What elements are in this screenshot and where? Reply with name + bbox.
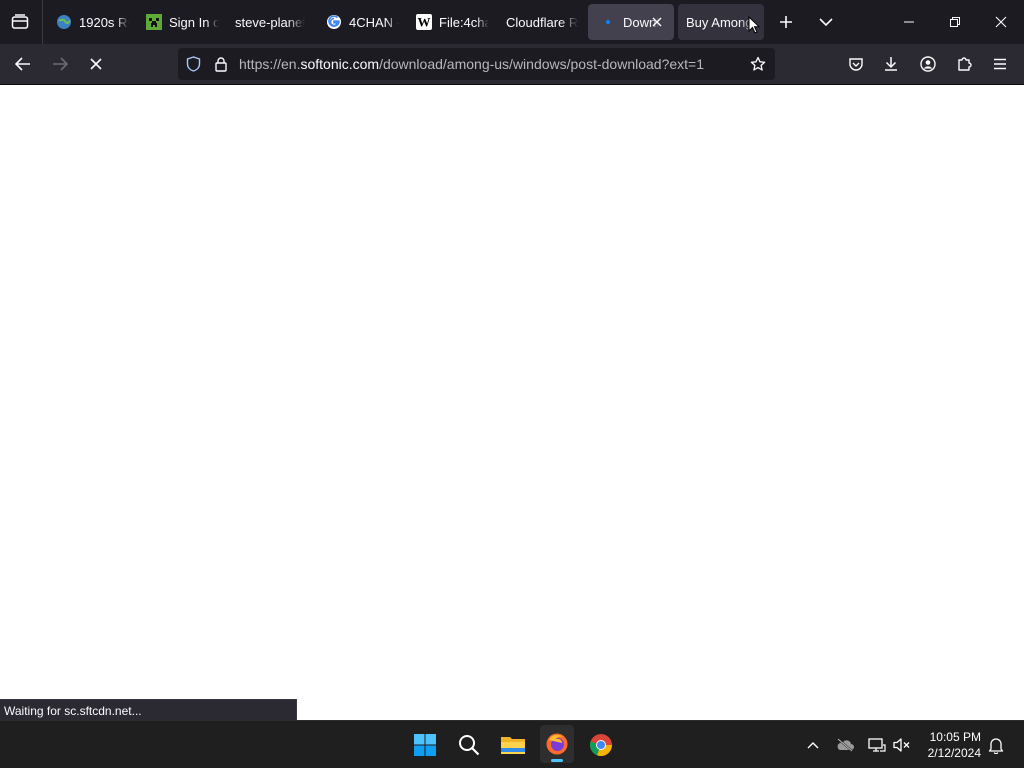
navigation-toolbar: https://en.softonic.com/download/among-u… [0,44,1024,85]
tab-strip: 1920s Ro Sign In o steve-planet 4CHAN - … [0,0,1024,44]
app-menu-button[interactable] [987,52,1013,76]
tab-title: steve-planet [235,14,305,30]
firefox-view-button[interactable] [8,11,32,33]
chrome-icon [590,734,613,757]
system-clock[interactable]: 10:05 PM 2/12/2024 [928,729,981,761]
puzzle-piece-icon [958,57,972,71]
arrow-left-icon [15,57,30,71]
onedrive-button[interactable] [834,735,856,755]
list-all-tabs-button[interactable] [814,11,838,33]
url-path: /download/among-us/windows/post-download… [379,56,705,72]
tab-download-active[interactable]: Downl [588,4,674,40]
pocket-icon [849,57,863,71]
volume-muted-icon [893,738,910,752]
star-icon [750,56,766,71]
arrow-right-icon [53,57,68,71]
tab-cloudflare[interactable]: Cloudflare R [494,4,582,40]
url-text[interactable]: https://en.softonic.com/download/among-u… [239,56,704,72]
close-window-button[interactable] [982,8,1020,36]
globe-icon [56,14,72,30]
search-button[interactable] [452,726,486,764]
restore-button[interactable] [936,8,974,36]
clock-date: 2/12/2024 [927,746,981,760]
minimize-button[interactable] [890,8,928,36]
page-content [0,85,1024,720]
onedrive-icon [837,738,854,752]
stop-x-icon [90,58,102,70]
minimize-icon [904,21,914,23]
firefox-taskbar-button[interactable] [540,725,574,763]
tab-file-4chan[interactable]: W File:4cha [404,4,492,40]
account-icon [920,56,936,72]
download-icon [885,57,897,71]
firefox-icon [546,733,568,755]
chevron-up-icon [807,742,819,749]
network-icon [868,738,886,752]
close-tab-icon[interactable] [648,13,666,31]
url-prefix: https://en. [239,56,301,72]
tab-title: 4CHAN - [349,14,399,30]
tab-title: Sign In o [169,14,219,30]
tab-title: Buy Among [686,14,753,30]
tab-steve-planet[interactable]: steve-planet [224,4,312,40]
new-tab-button[interactable] [774,11,798,33]
bookmark-star-button[interactable] [749,55,767,73]
notification-center-button[interactable] [985,735,1007,755]
svg-text:W: W [418,15,431,30]
mouse-cursor-icon [748,16,760,34]
google-icon [326,14,342,30]
account-button[interactable] [915,52,941,76]
windows-start-icon [414,734,436,756]
clock-time: 10:05 PM [929,730,981,744]
forward-button[interactable] [47,52,73,76]
lock-icon[interactable] [212,55,230,73]
active-app-indicator [551,759,563,762]
stop-loading-button[interactable] [83,52,109,76]
loading-dot-icon [600,14,616,30]
tab-sign-in[interactable]: Sign In o [134,4,222,40]
notification-bell-icon [988,737,1004,754]
back-button[interactable] [10,52,36,76]
extensions-button[interactable] [951,52,977,76]
tab-4chan[interactable]: 4CHAN - [314,4,402,40]
volume-button[interactable] [891,735,913,755]
close-icon [995,16,1007,28]
tab-strip-divider [42,0,43,44]
show-hidden-icons-button[interactable] [803,735,823,755]
plus-icon [780,16,792,28]
url-bar[interactable]: https://en.softonic.com/download/among-u… [178,48,775,80]
chrome-taskbar-button[interactable] [584,726,618,764]
chevron-down-icon [819,18,833,27]
network-button[interactable] [866,735,888,755]
firefox-view-icon [11,14,29,29]
start-button[interactable] [408,726,442,764]
tab-title: File:4cha [439,14,489,30]
wikipedia-icon: W [416,14,432,30]
hamburger-menu-icon [994,58,1006,70]
tab-title: 1920s Ro [79,14,129,30]
tab-title: Cloudflare R [506,14,578,30]
pocket-button[interactable] [843,52,869,76]
search-icon [459,735,480,756]
status-panel: Waiting for sc.sftcdn.net... [0,699,297,720]
file-explorer-button[interactable] [496,726,530,764]
downloads-button[interactable] [878,52,904,76]
file-explorer-icon [501,737,525,754]
restore-icon [950,17,960,27]
windows-taskbar: 10:05 PM 2/12/2024 [0,720,1024,768]
tracking-shield-icon[interactable] [184,55,202,73]
creeper-icon [146,14,162,30]
tab-1920s[interactable]: 1920s Ro [44,4,132,40]
url-host: softonic.com [300,56,380,72]
